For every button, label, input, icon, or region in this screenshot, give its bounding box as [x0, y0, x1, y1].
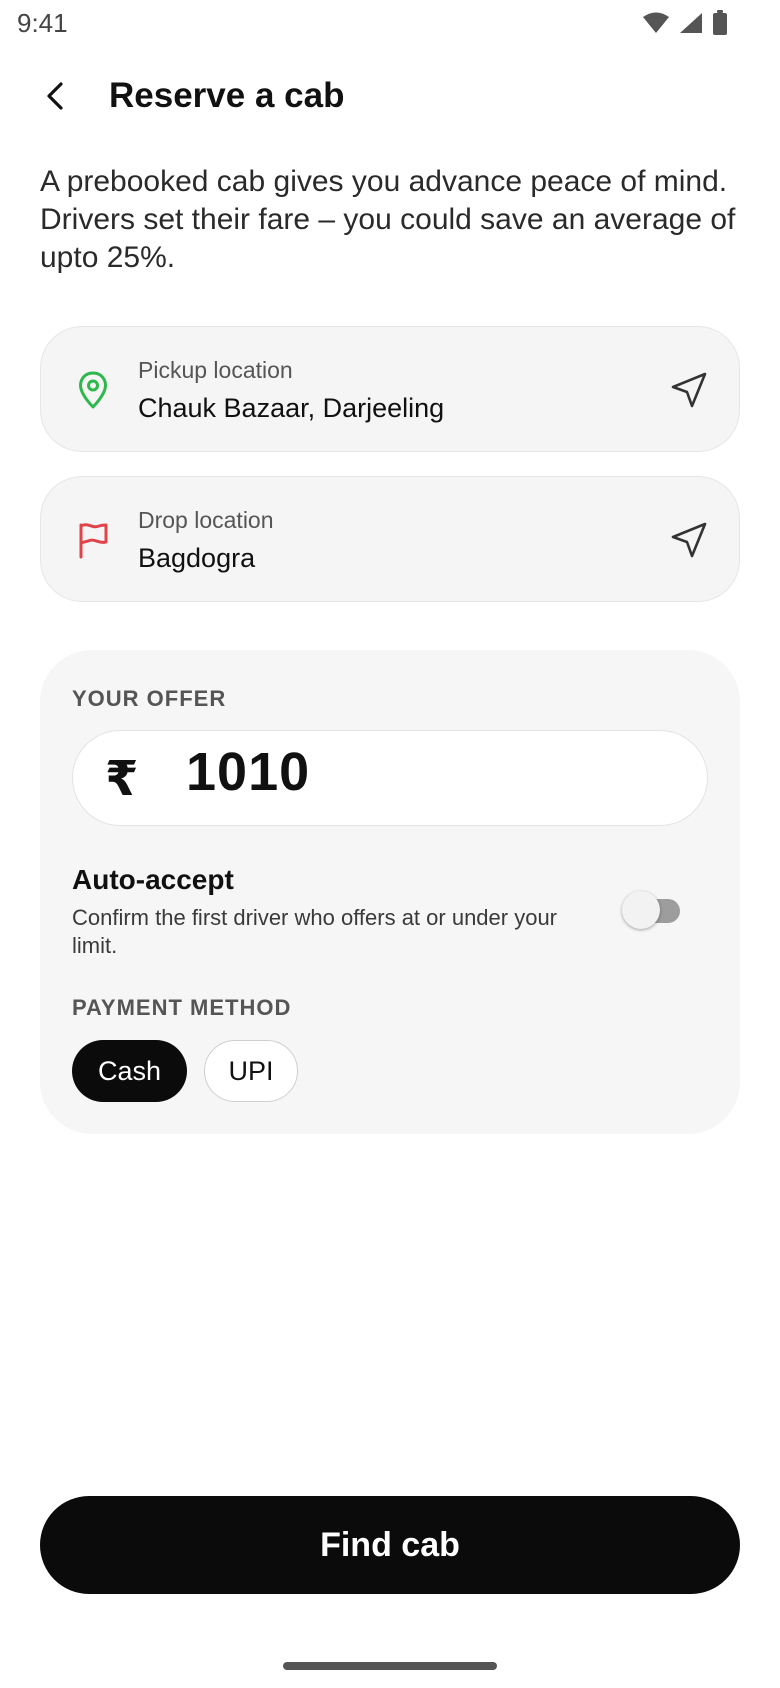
toggle-thumb — [622, 891, 660, 929]
back-button[interactable] — [30, 70, 82, 122]
intro-text: A prebooked cab gives you advance peace … — [40, 165, 736, 274]
find-cab-button[interactable]: Find cab — [40, 1496, 740, 1594]
auto-accept-toggle[interactable] — [622, 890, 686, 930]
navigation-arrow-icon — [671, 372, 707, 408]
drop-label: Drop location — [138, 507, 274, 533]
home-indicator[interactable] — [283, 1662, 497, 1670]
status-time: 9:41 — [17, 8, 68, 38]
payment-chip-upi[interactable]: UPI — [204, 1040, 298, 1102]
navigation-arrow-icon — [671, 522, 707, 558]
offer-panel: YOUR OFFER ₹ 1010 Auto-accept Confirm th… — [40, 650, 740, 1134]
pickup-value: Chauk Bazaar, Darjeeling — [138, 393, 445, 423]
flag-icon — [79, 523, 108, 559]
auto-accept-description: Confirm the first driver who offers at o… — [72, 905, 558, 958]
drop-location-card[interactable]: Drop location Bagdogra — [40, 476, 740, 602]
drop-value: Bagdogra — [138, 543, 256, 573]
status-bar: 9:41 — [0, 0, 780, 48]
fare-input[interactable]: ₹ 1010 — [72, 730, 708, 826]
wifi-icon — [643, 12, 669, 33]
fare-value: 1010 — [186, 742, 311, 802]
back-arrow-icon — [47, 82, 63, 110]
auto-accept-title: Auto-accept — [72, 864, 234, 895]
cellular-signal-icon — [680, 13, 702, 33]
battery-icon — [713, 10, 727, 35]
app-bar: Reserve a cab — [0, 56, 780, 136]
rupee-icon: ₹ — [105, 753, 139, 806]
offer-label: YOUR OFFER — [72, 686, 227, 711]
pickup-locate-button[interactable] — [667, 368, 711, 412]
payment-method-label: PAYMENT METHOD — [72, 995, 292, 1020]
drop-locate-button[interactable] — [667, 518, 711, 562]
status-icons — [642, 10, 728, 36]
pickup-label: Pickup location — [138, 357, 293, 383]
pickup-location-card[interactable]: Pickup location Chauk Bazaar, Darjeeling — [40, 326, 740, 452]
page-title: Reserve a cab — [109, 76, 345, 115]
payment-chip-cash[interactable]: Cash — [72, 1040, 187, 1102]
map-pin-icon — [79, 371, 107, 409]
